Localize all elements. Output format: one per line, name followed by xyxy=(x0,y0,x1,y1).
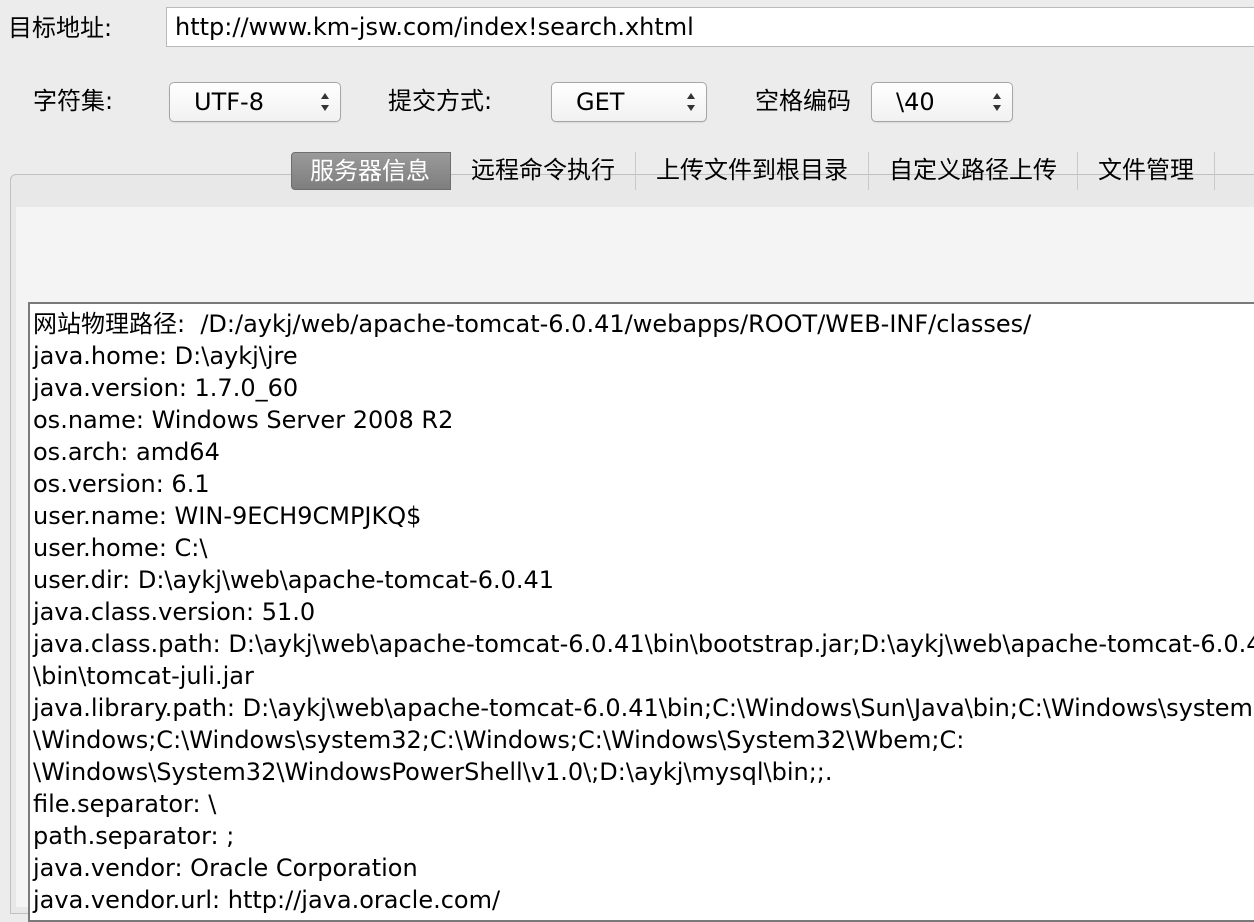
stepper-arrows-icon xyxy=(993,93,1001,111)
output-line: java.vendor.url: http://java.oracle.com/ xyxy=(33,886,501,914)
tab-upload-to-root[interactable]: 上传文件到根目录 xyxy=(636,152,869,190)
output-line: user.dir: D:\aykj\web\apache-tomcat-6.0.… xyxy=(33,566,555,594)
method-select[interactable]: GET xyxy=(551,82,707,122)
space-encoding-label: 空格编码 xyxy=(755,87,851,115)
tab-remote-command[interactable]: 远程命令执行 xyxy=(451,152,636,190)
charset-label: 字符集: xyxy=(33,87,114,115)
output-line: file.separator: \ xyxy=(33,790,217,818)
output-line: java.class.path: D:\aykj\web\apache-tomc… xyxy=(33,630,1254,658)
space-encoding-value: \40 xyxy=(896,88,935,116)
stepper-arrows-icon xyxy=(321,93,329,111)
target-url-label: 目标地址: xyxy=(8,14,113,42)
output-line: java.vendor: Oracle Corporation xyxy=(33,854,418,882)
tab-custom-path-upload[interactable]: 自定义路径上传 xyxy=(869,152,1078,190)
method-value: GET xyxy=(576,88,625,116)
method-label: 提交方式: xyxy=(388,87,493,115)
output-line: os.arch: amd64 xyxy=(33,438,220,466)
output-line: \Windows;C:\Windows\system32;C:\Windows;… xyxy=(33,726,965,754)
tab-file-manager[interactable]: 文件管理 xyxy=(1078,152,1215,190)
output-line: \Windows\System32\WindowsPowerShell\v1.0… xyxy=(33,758,833,786)
output-line: os.version: 6.1 xyxy=(33,470,210,498)
space-encoding-select[interactable]: \40 xyxy=(871,82,1013,122)
output-line: \bin\tomcat-juli.jar xyxy=(33,662,254,690)
output-line: user.home: C:\ xyxy=(33,534,208,562)
tab-bar: 服务器信息 远程命令执行 上传文件到根目录 自定义路径上传 文件管理 xyxy=(291,152,1215,190)
target-url-input[interactable] xyxy=(166,7,1254,47)
output-line: user.name: WIN-9ECH9CMPJKQ$ xyxy=(33,502,422,530)
output-line: java.class.version: 51.0 xyxy=(33,598,316,626)
tab-server-info[interactable]: 服务器信息 xyxy=(291,152,451,190)
stepper-arrows-icon xyxy=(687,93,695,111)
charset-select[interactable]: UTF-8 xyxy=(169,82,341,122)
charset-value: UTF-8 xyxy=(194,88,264,116)
output-line: path.separator: ; xyxy=(33,822,235,850)
output-line: os.name: Windows Server 2008 R2 xyxy=(33,406,454,434)
output-line: java.version: 1.7.0_60 xyxy=(33,374,299,402)
output-line: java.home: D:\aykj\jre xyxy=(33,342,298,370)
server-info-output[interactable]: 网站物理路径: /D:/aykj/web/apache-tomcat-6.0.4… xyxy=(28,302,1254,922)
output-line: java.library.path: D:\aykj\web\apache-to… xyxy=(33,694,1254,722)
output-line: 网站物理路径: /D:/aykj/web/apache-tomcat-6.0.4… xyxy=(33,310,1032,338)
